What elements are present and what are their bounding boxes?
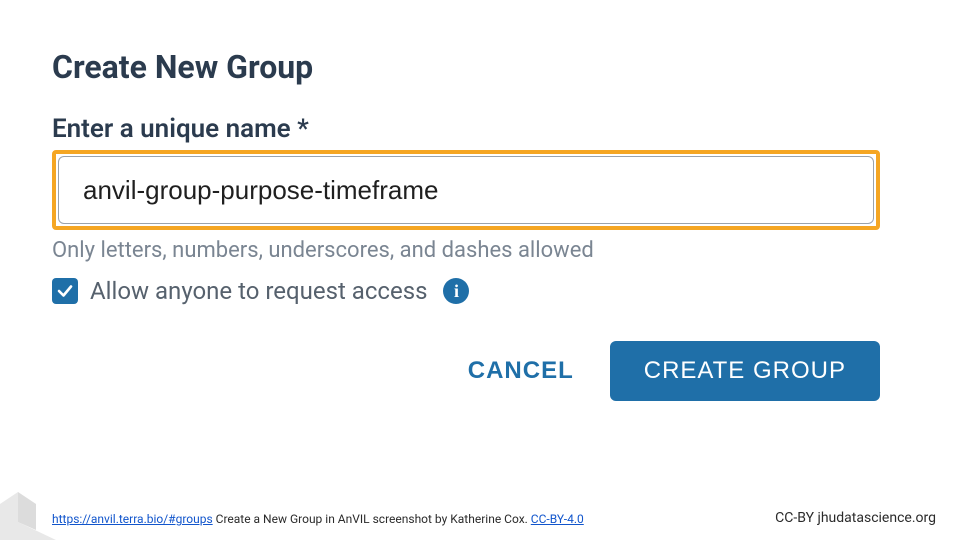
dialog-title: Create New Group (52, 48, 880, 86)
name-input-highlight (52, 150, 880, 230)
footer-caption: https://anvil.terra.bio/#groups Create a… (52, 512, 584, 526)
allow-request-row: Allow anyone to request access i (52, 277, 880, 305)
footer-license-link[interactable]: CC-BY-4.0 (531, 512, 584, 526)
name-helper-text: Only letters, numbers, underscores, and … (52, 238, 880, 263)
footer-caption-mid: Create a New Group in AnVIL screenshot b… (213, 512, 531, 526)
info-icon[interactable]: i (443, 278, 469, 304)
dialog-button-row: CANCEL CREATE GROUP (52, 341, 880, 401)
footer-corner-decoration (0, 492, 56, 540)
checkmark-icon (56, 282, 74, 300)
footer-attribution: CC-BY jhudatascience.org (775, 510, 936, 526)
create-group-dialog: Create New Group Enter a unique name * O… (52, 48, 880, 401)
group-name-input[interactable] (58, 156, 874, 224)
footer-source-link[interactable]: https://anvil.terra.bio/#groups (52, 512, 213, 526)
cancel-button[interactable]: CANCEL (458, 343, 584, 399)
name-field-label: Enter a unique name * (52, 114, 880, 144)
allow-request-label: Allow anyone to request access (90, 277, 427, 305)
create-group-button[interactable]: CREATE GROUP (610, 341, 880, 401)
allow-request-checkbox[interactable] (52, 278, 78, 304)
slide-footer: https://anvil.terra.bio/#groups Create a… (0, 492, 960, 540)
